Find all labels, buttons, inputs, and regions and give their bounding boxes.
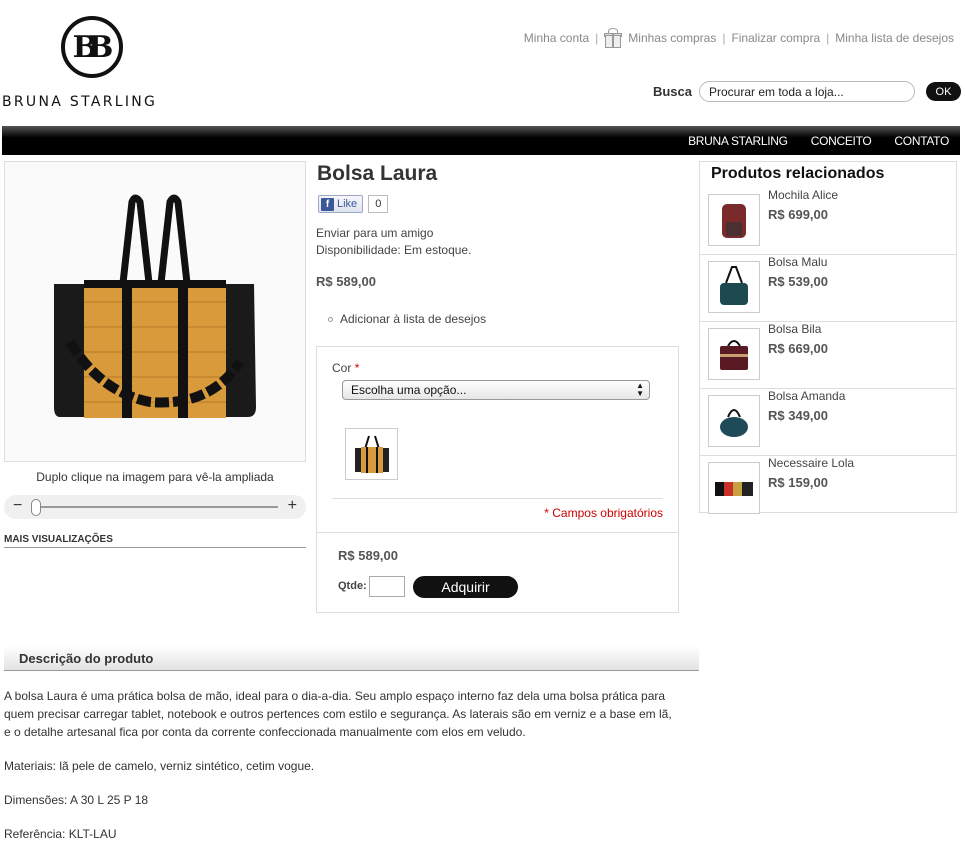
facebook-like-button[interactable]: f Like [318,195,364,213]
materials-text: Materiais: lã pele de camelo, verniz sin… [4,759,315,773]
nav-item-contato[interactable]: CONTATO [894,134,949,148]
bullet-icon [328,316,333,322]
related-item-name[interactable]: Mochila Alice [768,188,838,202]
bag-image [54,194,256,418]
image-zoom-hint: Duplo clique na imagem para vê-la amplia… [36,470,274,484]
related-item-name[interactable]: Bolsa Bila [768,322,821,336]
brand-logo-mark[interactable]: BB [61,16,123,78]
quantity-label: Qtde: [338,580,367,592]
search-bar: Busca OK [653,81,961,102]
gift-icon [604,28,623,48]
nav-item-conceito[interactable]: CONCEITO [811,134,872,148]
color-select-value: Escolha uma opção... [351,383,467,397]
related-item[interactable]: Bolsa Bila R$ 669,00 [700,322,956,389]
divider [332,498,663,499]
color-swatch[interactable] [345,428,398,480]
facebook-like: f Like 0 [318,195,389,213]
related-item-name[interactable]: Necessaire Lola [768,456,854,470]
facebook-icon: f [321,197,334,211]
related-item-name[interactable]: Bolsa Amanda [768,389,845,403]
separator: | [595,31,599,45]
description-title: Descrição do produto [19,651,154,666]
related-item-name[interactable]: Bolsa Malu [768,255,827,269]
zoom-track[interactable] [34,506,278,508]
related-item-price: R$ 159,00 [768,475,828,490]
search-input[interactable] [699,81,915,102]
nav-item-bruna-starling[interactable]: BRUNA STARLING [688,134,788,148]
related-item-thumbnail[interactable] [708,395,760,447]
swatch-bag-image [354,435,389,473]
related-item[interactable]: Bolsa Malu R$ 539,00 [700,255,956,322]
add-to-wishlist-link[interactable]: Adicionar à lista de desejos [328,312,486,326]
search-button[interactable]: OK [926,82,961,101]
product-description: A bolsa Laura é uma prática bolsa de mão… [4,687,679,859]
required-fields-note: * Campos obrigatórios [544,506,663,520]
facebook-like-label: Like [337,198,358,210]
email-friend-link[interactable]: Enviar para um amigo [316,226,433,240]
related-item-thumbnail[interactable] [708,261,760,313]
more-views-heading: MAIS VISUALIZAÇÕES [4,534,306,548]
my-account-link[interactable]: Minha conta [524,31,589,45]
related-item-thumbnail[interactable] [708,328,760,380]
add-to-wishlist-label: Adicionar à lista de desejos [340,312,487,326]
related-products: Produtos relacionados Mochila Alice R$ 6… [699,161,957,514]
main-nav: BRUNA STARLING CONCEITO CONTATO [2,126,960,155]
select-arrows-icon: ▲ ▼ [636,381,644,398]
related-products-title: Produtos relacionados [711,165,885,182]
quantity-input[interactable] [369,576,405,597]
zoom-slider[interactable]: − + [4,495,306,519]
separator: | [826,31,830,45]
my-purchases-link[interactable]: Minhas compras [628,31,716,45]
product-title: Bolsa Laura [317,162,438,185]
wishlist-link[interactable]: Minha lista de desejos [835,31,954,45]
checkout-link[interactable]: Finalizar compra [731,31,820,45]
add-to-cart-button[interactable]: Adquirir [413,576,518,598]
related-item[interactable]: Necessaire Lola R$ 159,00 [700,456,956,523]
description-header: Descrição do produto [4,646,699,671]
logo-monogram: BB [72,29,114,65]
option-price: R$ 589,00 [338,548,398,563]
product-price: R$ 589,00 [316,274,376,289]
divider [317,532,678,533]
color-option-label: Cor * [332,361,360,375]
related-item-price: R$ 699,00 [768,207,828,222]
brand-name[interactable]: BRUNA STARLING [2,94,157,110]
description-paragraph: A bolsa Laura é uma prática bolsa de mão… [4,689,672,739]
related-item[interactable]: Bolsa Amanda R$ 349,00 [700,389,956,456]
product-main-image[interactable] [4,161,306,462]
facebook-like-count: 0 [368,195,389,213]
top-links: Minha conta | Minhas compras | Finalizar… [524,28,954,48]
related-item-price: R$ 669,00 [768,341,828,356]
related-item-price: R$ 349,00 [768,408,828,423]
zoom-in-icon[interactable]: + [288,497,297,515]
color-select[interactable]: Escolha uma opção... ▲ ▼ [342,380,650,400]
dimensions-text: Dimensões: A 30 L 25 P 18 [4,793,149,807]
separator: | [722,31,726,45]
search-label: Busca [652,84,692,99]
related-item-thumbnail[interactable] [708,194,760,246]
reference-text: Referência: KLT-LAU [4,827,117,841]
related-item-thumbnail[interactable] [708,462,760,514]
zoom-out-icon[interactable]: − [13,497,22,515]
availability-status: Disponibilidade: Em estoque. [316,243,472,257]
product-options: Cor * Escolha uma opção... ▲ ▼ * Campos o… [316,346,679,613]
zoom-handle[interactable] [31,499,41,516]
related-item-price: R$ 539,00 [768,274,828,289]
required-asterisk: * [354,361,360,375]
related-item[interactable]: Mochila Alice R$ 699,00 [700,188,956,255]
